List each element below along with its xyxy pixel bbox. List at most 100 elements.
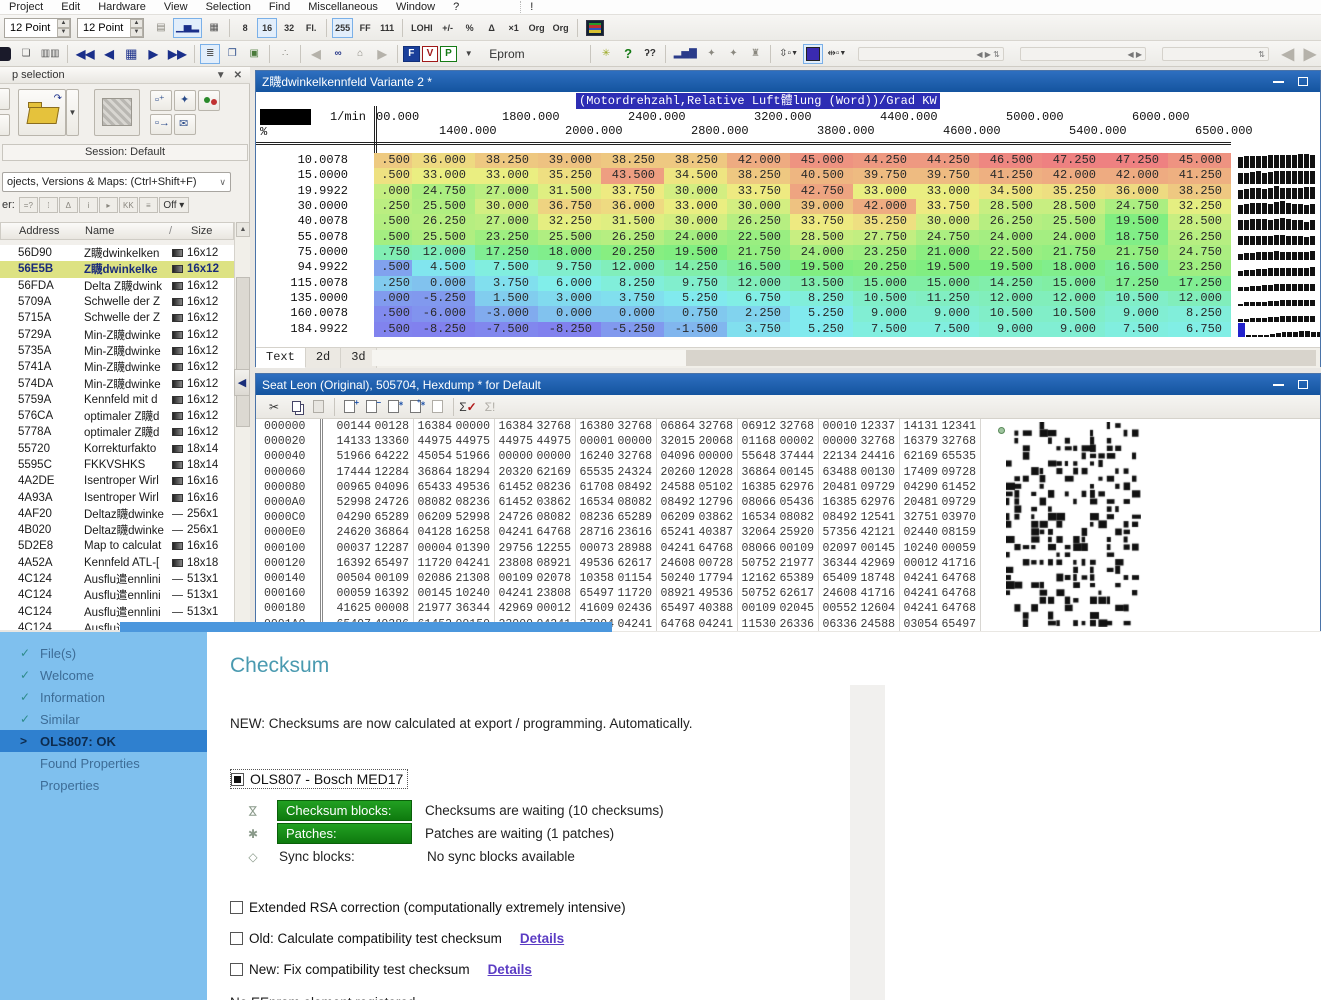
map-cell[interactable]: 11.250: [916, 291, 979, 306]
menu-![interactable]: !: [520, 1, 542, 13]
map-cell[interactable]: 10.500: [1105, 291, 1168, 306]
map-cell[interactable]: 7.500: [475, 260, 538, 275]
hex-word[interactable]: 01390: [452, 542, 490, 555]
map-cell[interactable]: .500: [374, 260, 412, 275]
hex-word[interactable]: 00965: [333, 481, 371, 494]
hex-word[interactable]: 06209: [414, 511, 452, 524]
hex-word[interactable]: 00073: [576, 542, 614, 555]
map-cell[interactable]: 9.000: [853, 306, 916, 321]
hex-word[interactable]: 65535: [576, 466, 614, 479]
hex-word[interactable]: 32751: [900, 511, 938, 524]
map-cell[interactable]: 12.000: [1168, 291, 1231, 306]
hex-word[interactable]: 08066: [738, 496, 776, 509]
hex-row[interactable]: 0001600005916392001451024004241238086549…: [256, 586, 1320, 601]
hex-word[interactable]: 04241: [900, 572, 938, 585]
hex-word[interactable]: 09728: [938, 466, 976, 479]
panel-close-icon[interactable]: ✕: [234, 70, 242, 81]
map-cell[interactable]: 23.250: [853, 245, 916, 260]
checksum-ok-icon[interactable]: Σ✓: [458, 398, 478, 416]
map-cell[interactable]: 23.250: [475, 230, 538, 245]
point-size-spinner-1[interactable]: ▲▼: [57, 19, 70, 37]
map-cell[interactable]: 15.000: [853, 276, 916, 291]
map-cell[interactable]: 31.500: [538, 184, 601, 199]
hex-word[interactable]: 00109: [371, 572, 409, 585]
scope-dropdown[interactable]: ojects, Versions & Maps: (Ctrl+Shift+F) …: [2, 172, 231, 192]
format-hex-button[interactable]: FF: [355, 18, 375, 38]
hex-word[interactable]: 16380: [576, 420, 614, 433]
hex-word[interactable]: 61452: [495, 496, 533, 509]
map-cell[interactable]: 24.750: [916, 230, 979, 245]
scrollbar-thumb[interactable]: [686, 350, 1316, 366]
hex-word[interactable]: 01154: [614, 572, 652, 585]
hex-word[interactable]: 08159: [938, 526, 976, 539]
axis-corner-cell[interactable]: [260, 109, 311, 125]
hex-word[interactable]: 06209: [657, 511, 695, 524]
hex-word[interactable]: 12028: [695, 466, 733, 479]
filter-tool-1-icon[interactable]: ⁞: [39, 197, 58, 213]
map-cell[interactable]: 36.000: [412, 153, 475, 168]
hex-word[interactable]: 36344: [819, 557, 857, 570]
map-list-row[interactable]: 4C124Ausflu遣ennlini513x1: [0, 604, 234, 620]
hex-word[interactable]: 12604: [857, 602, 895, 615]
hex-word[interactable]: 12541: [857, 511, 895, 524]
grid-view-icon[interactable]: ▦: [204, 18, 224, 38]
map-cell[interactable]: 34.500: [664, 168, 727, 183]
hex-word[interactable]: 08236: [533, 481, 571, 494]
hex-word[interactable]: 64222: [371, 450, 409, 463]
map-cell[interactable]: 36.000: [601, 199, 664, 214]
hex-word[interactable]: 36864: [371, 526, 409, 539]
map-cell[interactable]: 0.000: [538, 306, 601, 321]
preview-window-icon[interactable]: ❐: [222, 44, 242, 64]
hex-word[interactable]: 10240: [900, 542, 938, 555]
hex-word[interactable]: 61452: [495, 481, 533, 494]
map-cell[interactable]: 28.500: [1042, 199, 1105, 214]
map-cell[interactable]: 8.250: [601, 276, 664, 291]
map-cell[interactable]: .500: [374, 306, 412, 321]
map-list-row[interactable]: 5759AKennfeld mit d16x12: [0, 392, 234, 408]
filter-off-button[interactable]: Off ▾: [159, 197, 189, 213]
map-cell[interactable]: 24.750: [1168, 245, 1231, 260]
map-cell[interactable]: 42.750: [790, 184, 853, 199]
hex-word[interactable]: 24608: [657, 557, 695, 570]
colormap-icon[interactable]: [583, 18, 607, 38]
chair-icon[interactable]: ♜: [745, 44, 765, 64]
panel-menu-icon[interactable]: ▼: [216, 70, 226, 81]
map-cell[interactable]: 39.000: [538, 153, 601, 168]
map-cell[interactable]: 24.000: [664, 230, 727, 245]
hex-word[interactable]: 42969: [857, 557, 895, 570]
status-button[interactable]: Patches:: [277, 823, 412, 844]
hex-word[interactable]: 40387: [695, 526, 733, 539]
hex-word[interactable]: 64768: [657, 618, 695, 631]
open-project-dropdown-icon[interactable]: ▼: [66, 89, 79, 136]
minimize-icon[interactable]: [1273, 81, 1284, 83]
map-cell[interactable]: 42.000: [853, 199, 916, 214]
map-cell[interactable]: .750: [374, 245, 412, 260]
hex-word[interactable]: 00000: [533, 450, 571, 463]
map-cell[interactable]: 15.000: [1042, 276, 1105, 291]
hex-word[interactable]: 29756: [495, 542, 533, 555]
map-cell[interactable]: .500: [374, 322, 412, 337]
filter-tool-0-icon[interactable]: =?: [19, 197, 38, 213]
hex-word[interactable]: 20068: [695, 435, 733, 448]
hex-word[interactable]: 32768: [695, 420, 733, 433]
hex-word[interactable]: 03862: [695, 511, 733, 524]
map-cell[interactable]: 10.500: [1042, 306, 1105, 321]
hex-word[interactable]: 44975: [452, 435, 490, 448]
map-cell[interactable]: 24.000: [1042, 230, 1105, 245]
map-cell[interactable]: 0.000: [601, 306, 664, 321]
map-cell[interactable]: 1.500: [475, 291, 538, 306]
hex-word[interactable]: 00010: [819, 420, 857, 433]
map-cell[interactable]: 26.250: [727, 214, 790, 229]
chart-view-icon[interactable]: ▁▅▂: [173, 18, 202, 38]
wizard-step-welcome[interactable]: ✓Welcome: [0, 664, 207, 686]
map-cell[interactable]: 20.250: [853, 260, 916, 275]
map-cell[interactable]: 26.250: [601, 230, 664, 245]
filter-v-button[interactable]: V: [422, 46, 439, 62]
width-32-button[interactable]: 32: [279, 18, 299, 38]
hex-word[interactable]: 10358: [576, 572, 614, 585]
insert-row-icon[interactable]: +: [339, 398, 359, 416]
map-cell[interactable]: 36.000: [1105, 184, 1168, 199]
map-list-row[interactable]: 5778Aoptimaler Z䁾d16x12: [0, 424, 234, 440]
map-value-table[interactable]: 10.0078.50036.00038.25039.00038.25038.25…: [256, 153, 1231, 337]
hex-word[interactable]: 13360: [371, 435, 409, 448]
